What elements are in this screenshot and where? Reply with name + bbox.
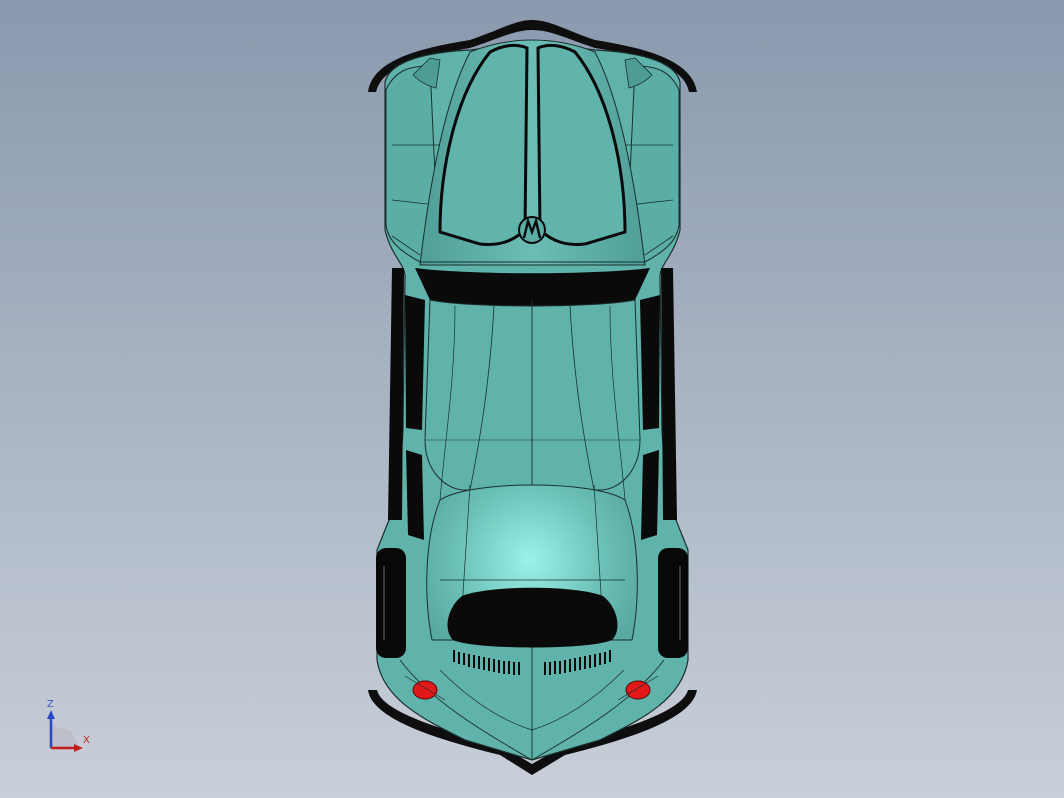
triad-plane-shadow xyxy=(51,726,80,748)
axis-x-label: X xyxy=(83,735,90,746)
windshield xyxy=(415,268,650,308)
axis-z-label: Z xyxy=(47,699,54,710)
roof xyxy=(424,299,641,491)
left-tail-light xyxy=(412,680,438,700)
coordinate-triad: Z X xyxy=(40,696,100,756)
axis-x-arrowhead xyxy=(74,744,83,752)
axis-z-arrowhead xyxy=(47,710,55,719)
rear-right-wheel xyxy=(658,548,688,658)
right-tail-light xyxy=(625,680,651,700)
graphics-viewport[interactable]: Z X xyxy=(0,0,1064,798)
rear-window xyxy=(447,587,618,648)
left-side-window xyxy=(405,295,425,430)
left-rear-window xyxy=(406,450,424,540)
car-model-top-view[interactable] xyxy=(0,0,1064,798)
right-rear-window xyxy=(641,450,659,540)
right-side-window xyxy=(640,295,660,430)
rear-left-wheel xyxy=(376,548,406,658)
